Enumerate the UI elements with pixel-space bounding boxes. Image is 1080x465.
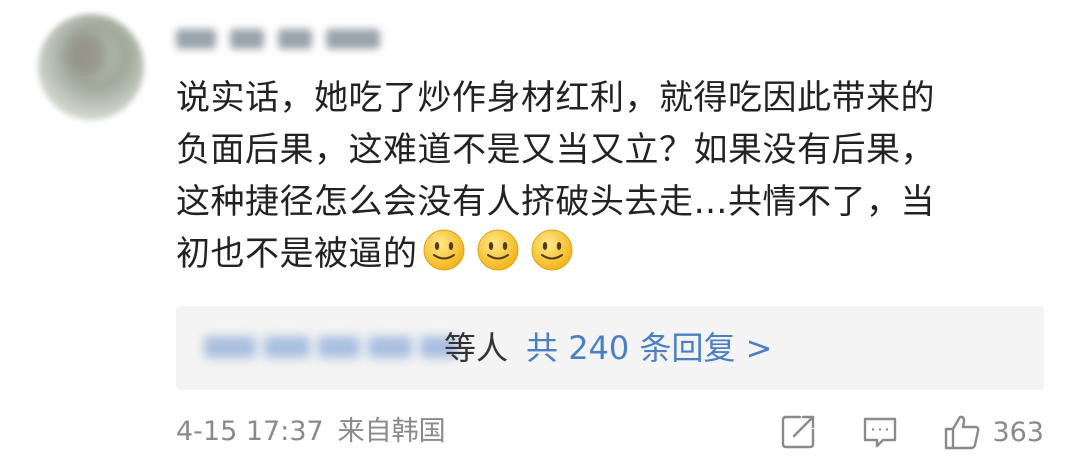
thumbs-up-icon[interactable]: [942, 412, 982, 452]
reply-summary: 等人共 240 条回复 >: [444, 328, 772, 368]
reply-suffix: 等人: [444, 329, 509, 367]
emoji-group: [422, 228, 574, 272]
comment-text: 说实话，她吃了炒作身材红利，就得吃因此带来的 负面后果，这难道不是又当又立？如果…: [176, 72, 1036, 280]
share-icon[interactable]: [778, 412, 818, 452]
comment-meta: 4-15 17:37 来自韩国: [176, 414, 446, 450]
avatar-head: [68, 34, 106, 76]
comment-icon[interactable]: [860, 412, 900, 452]
smile-emoji-icon: [531, 229, 572, 271]
reply-usernames-blurred: [204, 336, 458, 358]
comment-time: 4-15 17:37: [176, 416, 324, 447]
comment-actions: 363: [778, 410, 1044, 454]
like-count: 363: [992, 416, 1044, 448]
reply-preview-box[interactable]: 等人共 240 条回复 >: [176, 306, 1044, 390]
smile-emoji-icon: [423, 229, 464, 271]
view-replies-link[interactable]: 共 240 条回复 >: [526, 329, 772, 367]
comment-location: 来自韩国: [337, 416, 446, 447]
smile-emoji-icon: [477, 229, 518, 271]
username-blurred[interactable]: [176, 26, 412, 52]
